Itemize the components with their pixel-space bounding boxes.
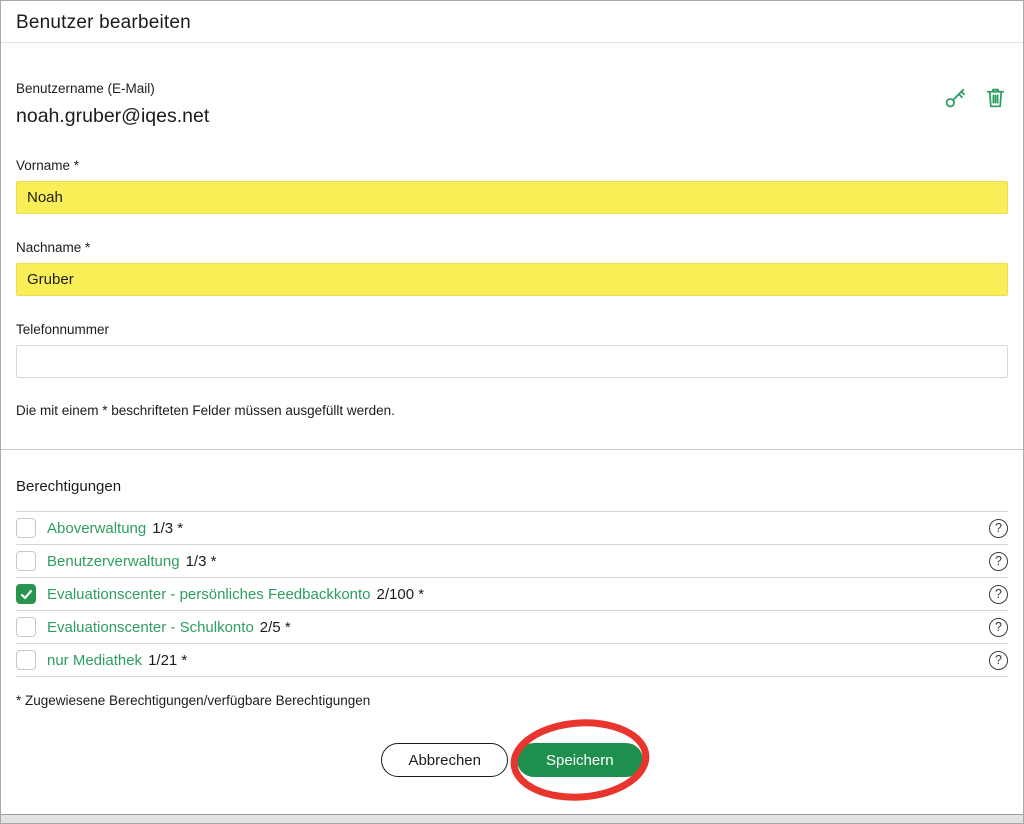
permission-row: Aboverwaltung 1/3 * ? — [16, 512, 1008, 545]
username-block: Benutzername (E-Mail) noah.gruber@iqes.n… — [16, 81, 209, 128]
permission-checkbox[interactable] — [16, 617, 36, 637]
vorname-label: Vorname * — [16, 158, 1008, 173]
permission-checkbox[interactable] — [16, 584, 36, 604]
question-icon[interactable]: ? — [989, 552, 1008, 571]
username-value: noah.gruber@iqes.net — [16, 105, 209, 128]
question-icon[interactable]: ? — [989, 618, 1008, 637]
cancel-button[interactable]: Abbrechen — [381, 743, 508, 777]
permission-checkbox[interactable] — [16, 650, 36, 670]
permission-count: 1/21 * — [148, 652, 187, 669]
question-icon[interactable]: ? — [989, 651, 1008, 670]
permission-row: Benutzerverwaltung 1/3 * ? — [16, 545, 1008, 578]
permission-link[interactable]: Aboverwaltung — [47, 520, 146, 537]
nachname-label: Nachname * — [16, 240, 1008, 255]
permissions-footnote: * Zugewiesene Berechtigungen/verfügbare … — [16, 693, 1008, 708]
permission-checkbox[interactable] — [16, 551, 36, 571]
permission-count: 1/3 * — [186, 553, 217, 570]
permissions-list: Aboverwaltung 1/3 * ? Benutzerverwaltung… — [16, 511, 1008, 677]
permission-link[interactable]: nur Mediathek — [47, 652, 142, 669]
key-icon — [943, 98, 968, 113]
question-icon[interactable]: ? — [989, 585, 1008, 604]
permission-count: 2/5 * — [260, 619, 291, 636]
permission-link[interactable]: Evaluationscenter - Schulkonto — [47, 619, 254, 636]
page-title: Benutzer bearbeiten — [0, 0, 1024, 43]
required-fields-note: Die mit einem * beschrifteten Felder müs… — [16, 403, 1008, 418]
question-icon[interactable]: ? — [989, 519, 1008, 538]
telefonnummer-input[interactable] — [16, 345, 1008, 378]
username-label: Benutzername (E-Mail) — [16, 81, 209, 96]
permission-link[interactable]: Evaluationscenter - persönliches Feedbac… — [47, 586, 371, 603]
permission-count: 1/3 * — [152, 520, 183, 537]
permission-row: Evaluationscenter - Schulkonto 2/5 * ? — [16, 611, 1008, 644]
save-button[interactable]: Speichern — [517, 743, 643, 777]
permission-count: 2/100 * — [377, 586, 425, 603]
permission-row: Evaluationscenter - persönliches Feedbac… — [16, 578, 1008, 611]
reset-password-button[interactable] — [943, 85, 968, 110]
permissions-heading: Berechtigungen — [16, 478, 1008, 495]
window-bottom-edge — [0, 814, 1024, 824]
permission-checkbox[interactable] — [16, 518, 36, 538]
delete-user-button[interactable] — [983, 85, 1008, 110]
vorname-input[interactable] — [16, 181, 1008, 214]
edit-user-form: Benutzername (E-Mail) noah.gruber@iqes.n… — [0, 81, 1024, 777]
permission-row: nur Mediathek 1/21 * ? — [16, 644, 1008, 677]
trash-icon — [983, 98, 1008, 113]
nachname-input[interactable] — [16, 263, 1008, 296]
telefonnummer-label: Telefonnummer — [16, 322, 1008, 337]
section-divider — [0, 449, 1024, 450]
permission-link[interactable]: Benutzerverwaltung — [47, 553, 180, 570]
checkmark-icon — [20, 588, 33, 601]
